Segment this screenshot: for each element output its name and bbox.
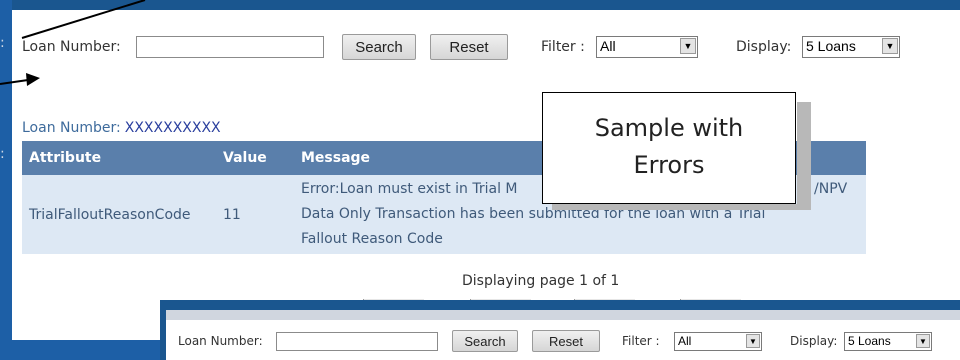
message-line-1-tail: /NPV bbox=[814, 181, 848, 197]
loan-number-header-value: XXXXXXXXXX bbox=[124, 120, 221, 136]
lower-loan-number-input[interactable] bbox=[276, 332, 438, 351]
cell-value: 11 bbox=[216, 175, 294, 254]
display-label: Display: bbox=[736, 39, 792, 55]
search-button[interactable]: Search bbox=[342, 34, 416, 60]
lower-filter-select[interactable]: All ▼ bbox=[674, 332, 762, 351]
column-header-value: Value bbox=[216, 141, 294, 175]
sample-errors-callout: Sample with Errors bbox=[542, 92, 796, 204]
lower-display-select[interactable]: 5 Loans ▼ bbox=[844, 332, 932, 351]
column-header-attribute: Attribute bbox=[22, 141, 216, 175]
filter-label: Filter : bbox=[541, 39, 585, 55]
filter-select[interactable]: All ▼ bbox=[596, 36, 698, 58]
pager-status: Displaying page 1 of 1 bbox=[462, 273, 620, 289]
message-line-1: Error:Loan must exist in Trial M bbox=[301, 181, 518, 197]
callout-shadow bbox=[797, 102, 811, 204]
loan-number-label: Loan Number: bbox=[22, 39, 121, 55]
cell-attribute: TrialFalloutReasonCode bbox=[22, 175, 216, 254]
chevron-down-icon[interactable]: ▼ bbox=[916, 334, 930, 348]
callout-line-1: Sample with bbox=[594, 114, 744, 142]
chevron-down-icon[interactable]: ▼ bbox=[680, 38, 696, 54]
edge-fragment: : bbox=[0, 146, 5, 162]
left-border bbox=[0, 0, 12, 360]
lower-search-button[interactable]: Search bbox=[452, 330, 518, 352]
lower-search-bar: Loan Number: Search Reset Filter : All ▼… bbox=[20, 330, 950, 352]
lower-display-select-value: 5 Loans bbox=[848, 334, 891, 348]
display-select[interactable]: 5 Loans ▼ bbox=[802, 36, 900, 58]
loan-number-header: Loan Number: XXXXXXXXXX bbox=[22, 120, 221, 136]
chevron-down-icon[interactable]: ▼ bbox=[882, 38, 898, 54]
callout-line-2: Errors bbox=[633, 151, 705, 179]
filter-select-value: All bbox=[600, 38, 616, 54]
loan-number-header-label: Loan Number: bbox=[22, 120, 121, 136]
chevron-down-icon[interactable]: ▼ bbox=[746, 334, 760, 348]
lower-loan-number-label: Loan Number: bbox=[178, 334, 263, 348]
display-select-value: 5 Loans bbox=[806, 38, 856, 54]
lower-filter-label: Filter : bbox=[622, 334, 660, 348]
search-bar: Loan Number: Search Reset Filter : All ▼… bbox=[22, 34, 942, 60]
top-strip bbox=[12, 0, 960, 10]
lower-strip bbox=[166, 310, 960, 320]
lower-filter-select-value: All bbox=[678, 334, 692, 348]
reset-button[interactable]: Reset bbox=[430, 34, 508, 60]
loan-number-input[interactable] bbox=[136, 36, 324, 58]
edge-fragment: : bbox=[0, 35, 5, 51]
lower-display-label: Display: bbox=[790, 334, 838, 348]
callout-shadow bbox=[552, 204, 811, 210]
lower-reset-button[interactable]: Reset bbox=[532, 330, 600, 352]
message-line-3: Fallout Reason Code bbox=[301, 231, 443, 247]
